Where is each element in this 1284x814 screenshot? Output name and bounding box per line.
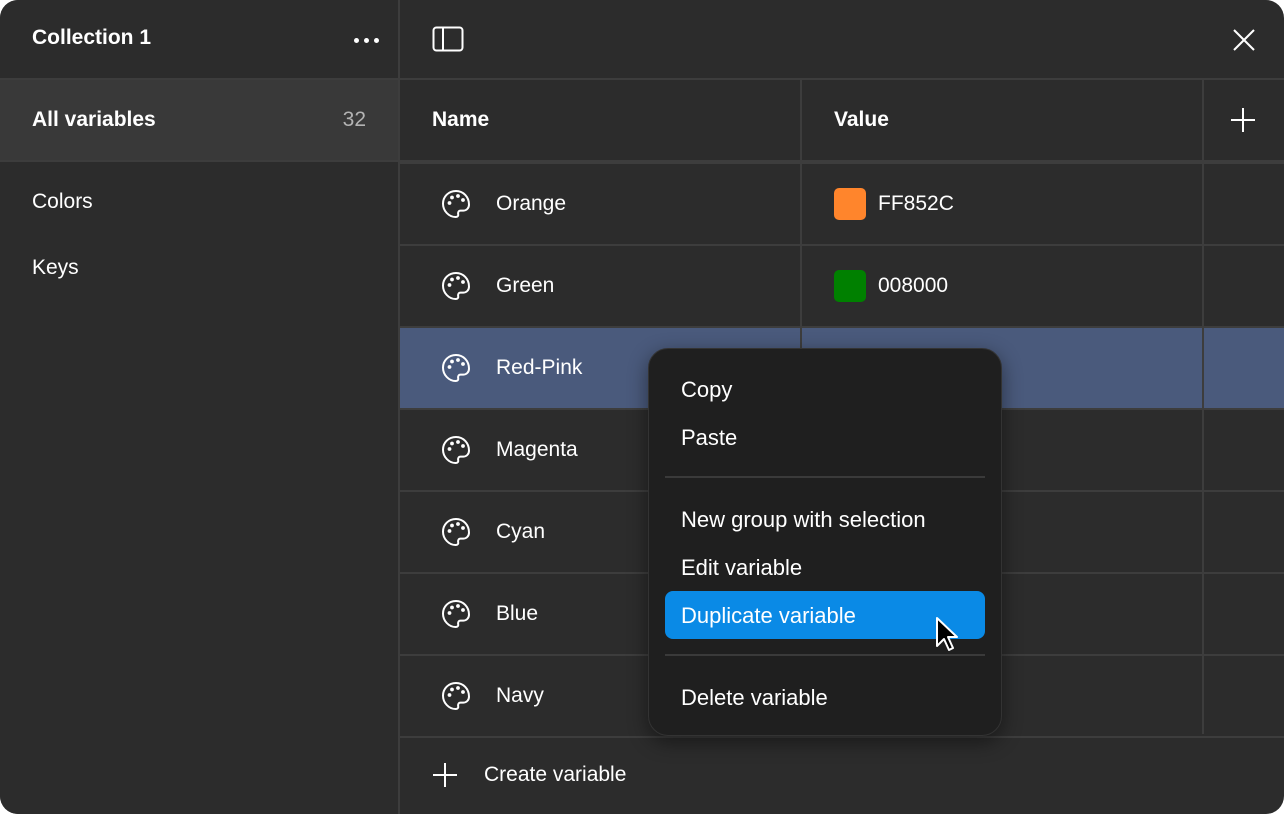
mouse-pointer-icon [936,617,958,651]
palette-icon [442,600,470,628]
all-variables-label: All variables [32,108,156,131]
menu-item-delete-variable[interactable]: Delete variable [665,673,985,721]
variable-name[interactable]: Green [496,274,554,298]
menu-item-paste[interactable]: Paste [665,413,985,461]
sidebar-item-keys[interactable]: Keys [32,256,79,280]
variables-window: Collection 1 All variables 32 Colors Key… [0,0,1284,814]
palette-icon [442,354,470,382]
sidebar-item-all-variables[interactable]: All variables 32 [0,80,398,162]
collection-title[interactable]: Collection 1 [32,26,151,50]
menu-separator [665,654,985,656]
context-menu: Copy Paste New group with selection Edit… [648,348,1002,736]
sidebar-toggle-icon[interactable] [432,26,464,52]
menu-item-label: Duplicate variable [681,603,856,628]
more-options-icon[interactable] [346,26,386,54]
palette-icon [442,190,470,218]
menu-item-label: New group with selection [681,507,926,532]
variable-name[interactable]: Red-Pink [496,356,582,380]
column-divider [1202,80,1204,734]
sidebar-item-colors[interactable]: Colors [32,190,93,214]
palette-icon [442,436,470,464]
menu-item-edit-variable[interactable]: Edit variable [665,543,985,591]
close-icon[interactable] [1232,28,1256,52]
variable-value[interactable]: 008000 [878,274,948,298]
column-header-name[interactable]: Name [432,108,489,132]
menu-item-new-group[interactable]: New group with selection [665,495,985,543]
menu-item-label: Edit variable [681,555,803,580]
table-row[interactable]: Green 008000 [400,246,1284,328]
palette-icon [442,272,470,300]
table-header: Name Value [400,80,1284,164]
color-swatch[interactable] [834,270,866,302]
table-row[interactable]: Orange FF852C [400,164,1284,246]
variable-value[interactable]: FF852C [878,192,954,216]
column-header-value[interactable]: Value [834,108,889,132]
sidebar: Collection 1 All variables 32 Colors Key… [0,0,400,814]
variable-name[interactable]: Cyan [496,520,545,544]
menu-item-copy[interactable]: Copy [665,365,985,413]
menu-item-label: Paste [681,425,738,450]
palette-icon [442,518,470,546]
variable-name[interactable]: Navy [496,684,544,708]
add-mode-plus-icon[interactable] [1230,107,1256,133]
menu-item-label: Delete variable [681,685,828,710]
menu-separator [665,476,985,478]
menu-item-label: Copy [681,377,733,402]
variable-name[interactable]: Blue [496,602,538,626]
sidebar-header: Collection 1 [0,0,398,80]
all-variables-count: 32 [342,108,366,131]
toolbar [400,0,1284,80]
create-variable-button[interactable]: Create variable [484,763,626,787]
palette-icon [442,682,470,710]
variable-name[interactable]: Magenta [496,438,578,462]
color-swatch[interactable] [834,188,866,220]
variable-name[interactable]: Orange [496,192,566,216]
plus-icon[interactable] [432,762,458,788]
